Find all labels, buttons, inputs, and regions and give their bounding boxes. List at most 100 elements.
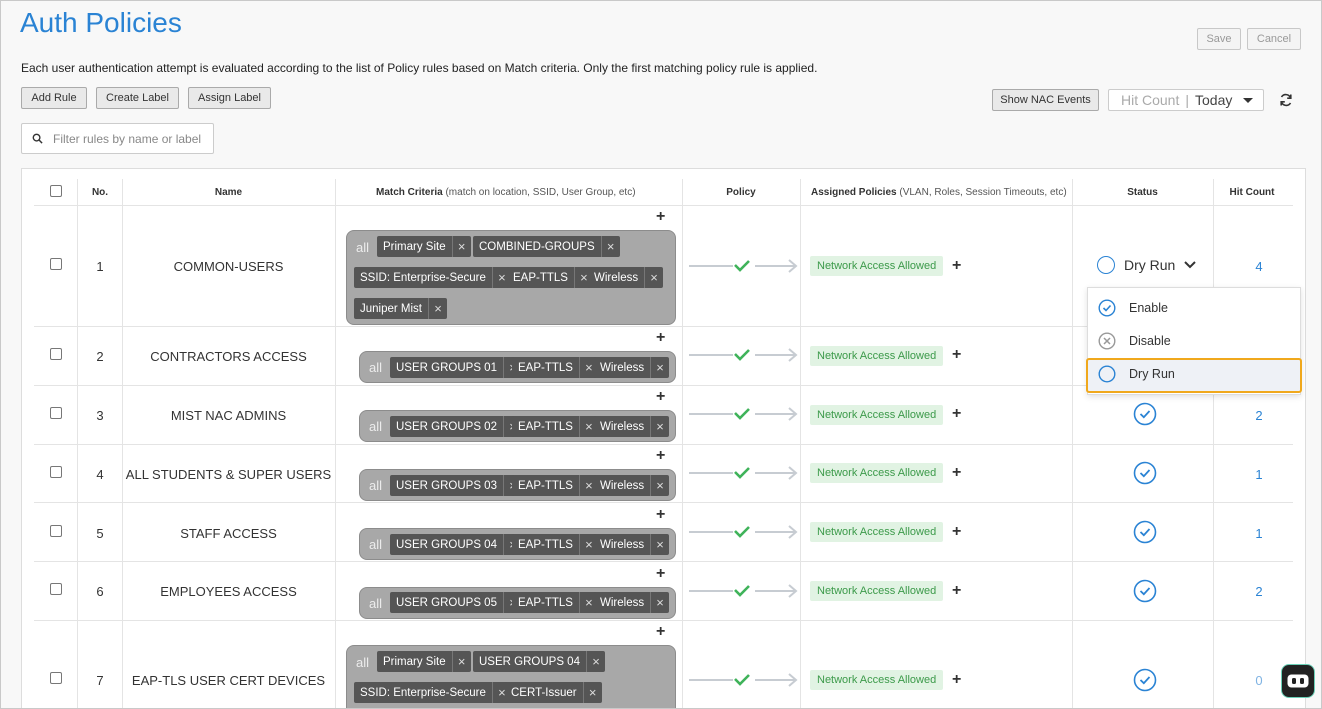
criteria-tag-label: USER GROUPS 04 <box>479 655 580 668</box>
check-circle-icon[interactable] <box>1133 461 1157 485</box>
criteria-tag: USER GROUPS 02× <box>390 416 522 437</box>
remove-tag-icon[interactable]: × <box>650 592 669 613</box>
check-circle-icon[interactable] <box>1133 579 1157 603</box>
rule-name[interactable]: STAFF ACCESS <box>122 526 335 541</box>
filter-rules-input[interactable] <box>53 131 203 146</box>
assigned-policy-badge: Network Access Allowed <box>810 522 944 542</box>
assigned-policy-badge: Network Access Allowed <box>810 256 944 276</box>
criteria-tag-label: EAP-TTLS <box>518 596 573 609</box>
rule-name[interactable]: EAP-TLS USER CERT DEVICES <box>122 673 335 688</box>
row-checkbox[interactable] <box>50 258 62 270</box>
save-button[interactable]: Save <box>1197 28 1241 50</box>
add-criteria-icon[interactable]: + <box>656 507 665 523</box>
remove-tag-icon[interactable]: × <box>650 416 669 437</box>
match-all-label: all <box>369 419 383 434</box>
remove-tag-icon[interactable]: × <box>644 267 663 288</box>
criteria-tag: COMBINED-GROUPS × <box>473 236 620 257</box>
add-criteria-icon[interactable]: + <box>656 448 665 464</box>
match-all-label: all <box>356 655 370 670</box>
check-circle-icon[interactable] <box>1133 520 1157 544</box>
criteria-tag-label: EAP-TTLS <box>518 479 573 492</box>
rule-name[interactable]: EMPLOYEES ACCESS <box>122 584 335 599</box>
add-criteria-icon[interactable]: + <box>656 566 665 582</box>
rule-name[interactable]: COMMON-USERS <box>122 259 335 274</box>
add-assigned-policy-icon[interactable]: + <box>952 672 961 688</box>
search-icon <box>32 133 43 144</box>
criteria-tag: USER GROUPS 01× <box>390 357 522 378</box>
add-assigned-policy-icon[interactable]: + <box>952 465 961 481</box>
add-assigned-policy-icon[interactable]: + <box>952 524 961 540</box>
assign-label-button[interactable]: Assign Label <box>188 87 271 109</box>
filter-rules-search[interactable] <box>21 123 214 154</box>
col-header-no: No. <box>91 187 109 198</box>
add-criteria-icon[interactable]: + <box>656 624 665 640</box>
criteria-tag-label: SSID: Enterprise-Secure <box>360 271 486 284</box>
hit-count-value[interactable]: 2 <box>1219 408 1299 423</box>
create-label-button[interactable]: Create Label <box>96 87 179 109</box>
add-assigned-policy-icon[interactable]: + <box>952 258 961 274</box>
match-all-label: all <box>369 537 383 552</box>
row-checkbox[interactable] <box>50 583 62 595</box>
caret-down-icon <box>1243 98 1253 103</box>
remove-tag-icon[interactable]: × <box>585 651 605 672</box>
row-checkbox[interactable] <box>50 672 62 684</box>
status-option-label: Dry Run <box>1129 367 1175 381</box>
show-nac-events-button[interactable]: Show NAC Events <box>992 89 1099 111</box>
rule-name[interactable]: CONTRACTORS ACCESS <box>122 349 335 364</box>
hit-count-range-select[interactable]: Hit Count | Today <box>1108 89 1264 111</box>
add-criteria-icon[interactable]: + <box>656 330 665 346</box>
hit-count-value[interactable]: 1 <box>1219 526 1299 541</box>
chatbot-icon[interactable] <box>1281 664 1315 698</box>
remove-tag-icon[interactable]: × <box>650 357 669 378</box>
add-criteria-icon[interactable]: + <box>656 389 665 405</box>
status-option-label: Disable <box>1129 334 1171 348</box>
col-header-assigned-policies: Assigned Policies (VLAN, Roles, Session … <box>811 187 1067 198</box>
remove-tag-icon[interactable]: × <box>428 298 447 319</box>
criteria-tag: SSID: Enterprise-Secure × <box>354 267 511 288</box>
criteria-tag: USER GROUPS 04× <box>390 534 522 555</box>
remove-tag-icon[interactable]: × <box>451 236 471 257</box>
criteria-tag-label: Primary Site <box>383 655 446 668</box>
check-circle-icon[interactable] <box>1133 402 1157 426</box>
select-all-checkbox[interactable] <box>50 185 62 197</box>
status-option-disable[interactable]: Disable <box>1098 332 1171 350</box>
add-rule-button[interactable]: Add Rule <box>21 87 87 109</box>
row-checkbox[interactable] <box>50 466 62 478</box>
remove-tag-icon[interactable]: × <box>650 475 669 496</box>
add-assigned-policy-icon[interactable]: + <box>952 347 961 363</box>
rule-name[interactable]: MIST NAC ADMINS <box>122 408 335 423</box>
criteria-tag: Wireless × <box>594 592 670 613</box>
col-header-match-criteria-label: Match Criteria <box>376 187 443 198</box>
add-assigned-policy-icon[interactable]: + <box>952 406 961 422</box>
row-checkbox[interactable] <box>50 525 62 537</box>
add-criteria-icon[interactable]: + <box>656 209 665 225</box>
refresh-icon[interactable] <box>1278 92 1294 108</box>
rule-name[interactable]: ALL STUDENTS & SUPER USERS <box>122 467 335 482</box>
row-checkbox[interactable] <box>50 348 62 360</box>
status-option-enable[interactable]: Enable <box>1098 299 1168 317</box>
check-circle-icon[interactable] <box>1133 668 1157 692</box>
criteria-tag: EAP-TTLS × <box>507 267 593 288</box>
remove-tag-icon[interactable]: × <box>650 534 669 555</box>
status-select[interactable]: Dry Run <box>1097 256 1197 274</box>
auth-policies-page: Auth Policies Each user authentication a… <box>0 0 1322 709</box>
remove-tag-icon[interactable]: × <box>582 682 602 703</box>
remove-tag-icon[interactable]: × <box>600 236 620 257</box>
criteria-tag-label: Wireless <box>600 420 645 433</box>
status-option-label: Enable <box>1129 301 1168 315</box>
policy-arrow-icon <box>689 348 798 362</box>
criteria-tag-label: EAP-TTLS <box>518 420 573 433</box>
row-checkbox[interactable] <box>50 407 62 419</box>
hit-count-value[interactable]: 4 <box>1219 259 1299 274</box>
remove-tag-icon[interactable]: × <box>451 651 471 672</box>
criteria-tag-label: EAP-TTLS <box>518 538 573 551</box>
cancel-button[interactable]: Cancel <box>1247 28 1301 50</box>
criteria-tag-label: USER GROUPS 03 <box>396 479 497 492</box>
hit-count-value[interactable]: 2 <box>1219 584 1299 599</box>
check-circle-icon <box>1098 299 1116 317</box>
status-select-value: Dry Run <box>1124 257 1176 273</box>
add-assigned-policy-icon[interactable]: + <box>952 583 961 599</box>
status-option-dry-run[interactable]: Dry Run <box>1098 365 1175 383</box>
hit-count-value[interactable]: 1 <box>1219 467 1299 482</box>
criteria-tag-label: USER GROUPS 02 <box>396 420 497 433</box>
